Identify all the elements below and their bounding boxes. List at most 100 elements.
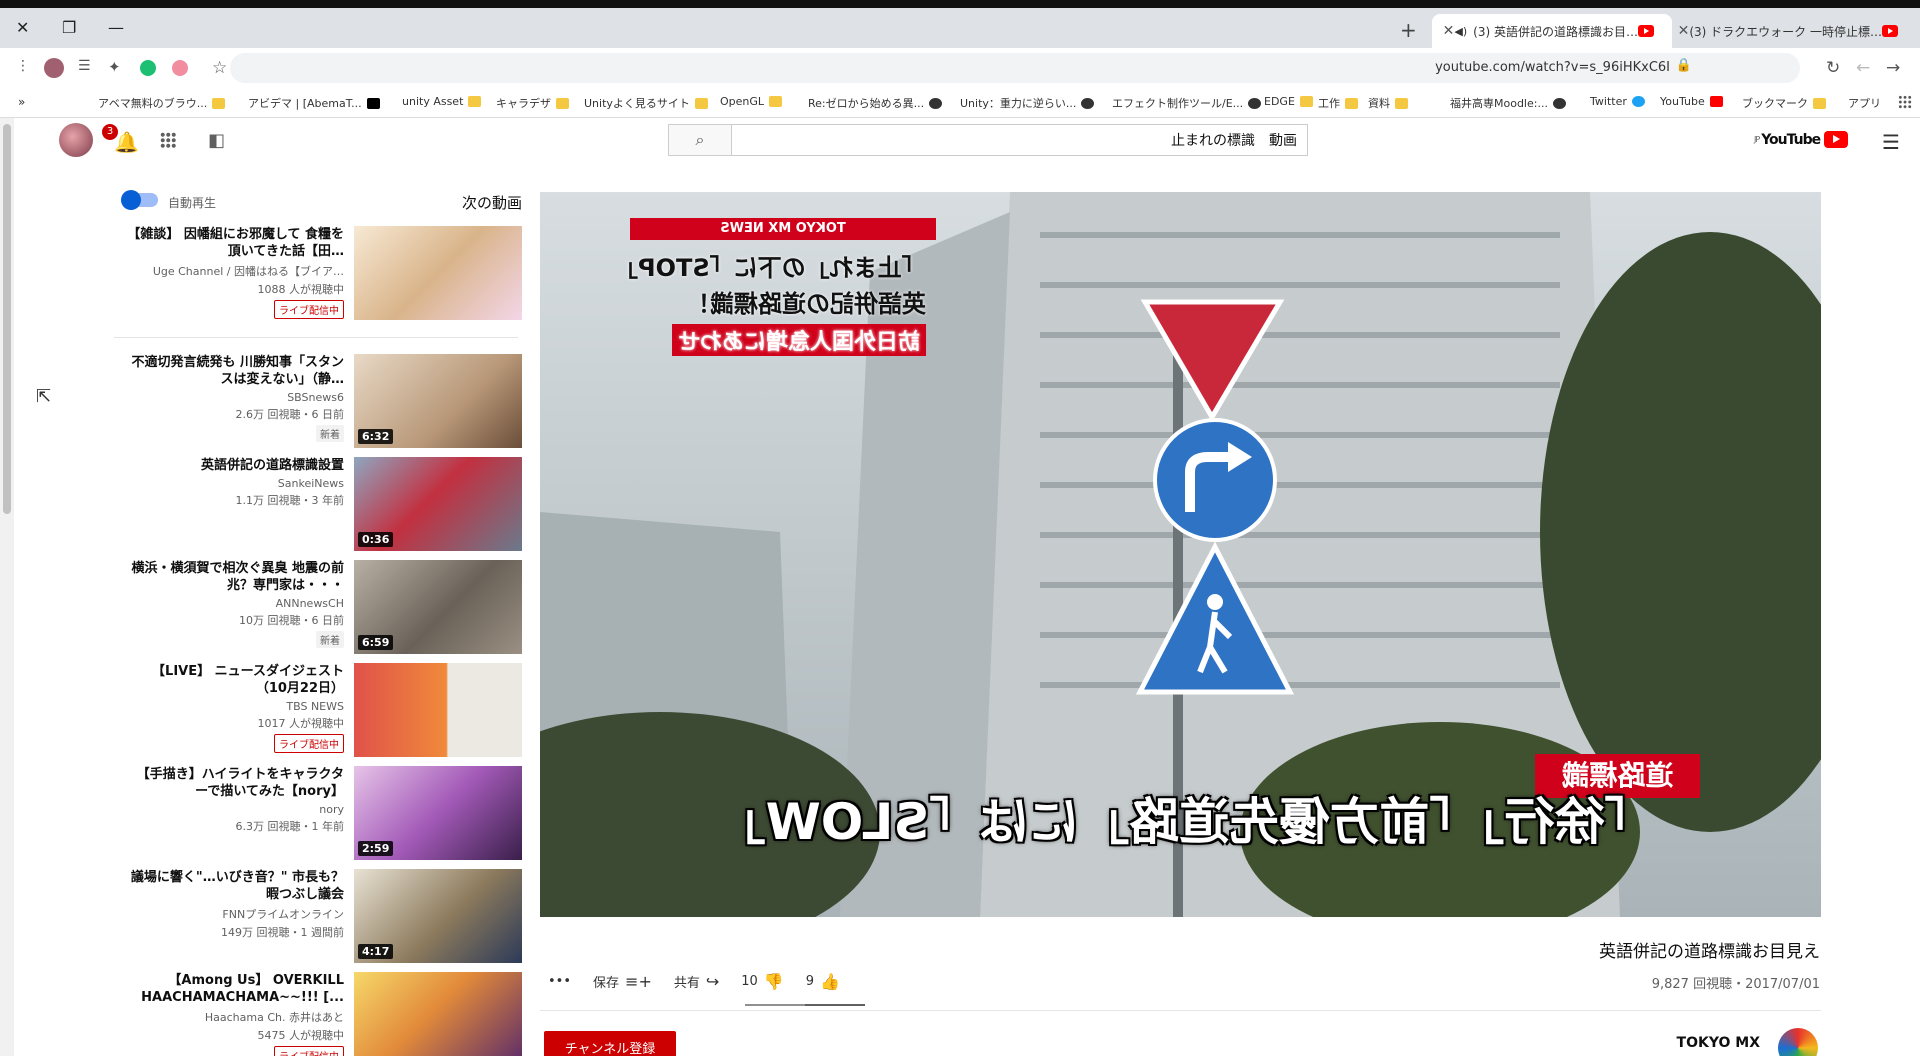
- autoplay-toggle[interactable]: [121, 190, 158, 210]
- channel-name[interactable]: Uge Channel / 因幡はねる【ブイア…: [124, 263, 344, 279]
- bookmark-item[interactable]: ブックマーク: [1742, 95, 1826, 111]
- list-item[interactable]: 0:36 英語併記の道路標識設置 SankeiNews 1.1万 回視聴・3 年…: [112, 457, 522, 553]
- video-title[interactable]: 【雑談】 因幡組にお邪魔して 食糧を頂いてきた話【田…: [124, 226, 344, 260]
- extensions-icon[interactable]: ✦: [108, 58, 121, 76]
- restore-window-icon[interactable]: ❐: [62, 18, 76, 37]
- hamburger-menu-icon[interactable]: ☰: [1882, 130, 1900, 154]
- search-input[interactable]: [732, 125, 1307, 155]
- menu-dots-icon[interactable]: ⋮: [16, 58, 30, 74]
- bookmark-item[interactable]: unity Asset: [402, 95, 482, 108]
- address-bar[interactable]: youtube.com/watch?v=s_96iHKxC6I 🔒: [230, 53, 1800, 83]
- channel-name[interactable]: TOKYO MX: [1677, 1035, 1760, 1051]
- channel-name[interactable]: SankeiNews: [124, 477, 344, 490]
- list-item[interactable]: 4:17 議場に響く"…いびき音？" 市長も？暇つぶし議会 FNNプライムオンラ…: [112, 869, 522, 965]
- list-item[interactable]: 【Among Us】 OVERKILL HAACHAMACHAMA~~!!! […: [112, 972, 522, 1056]
- video-title[interactable]: 【Among Us】 OVERKILL HAACHAMACHAMA~~!!! […: [124, 972, 344, 1006]
- subscribe-button[interactable]: チャンネル登録: [544, 1031, 676, 1056]
- video-title[interactable]: 【手描き】ハイライトをキャラクターで描いてみた【nory】: [124, 766, 344, 800]
- tab-inactive[interactable]: (3) ドラクエウォーク 一時停止標… ✕: [1676, 14, 1916, 48]
- create-video-icon[interactable]: ◧: [208, 130, 225, 151]
- tab-title: (3) 英語併記の道路標識お目…: [1473, 24, 1638, 39]
- bookmark-star-icon[interactable]: ☆: [212, 58, 227, 78]
- avatar[interactable]: [59, 123, 93, 157]
- channel-name[interactable]: nory: [124, 803, 344, 816]
- channel-name[interactable]: Haachama Ch. 赤井はあと: [124, 1009, 344, 1025]
- dislike-button[interactable]: 10 👎: [741, 972, 783, 991]
- tab-active[interactable]: (3) 英語併記の道路標識お目… ◀) ✕: [1432, 14, 1672, 48]
- list-item[interactable]: 6:32 不適切発言続発も 川勝知事「スタンスは変えない」（静… SBSnews…: [112, 354, 522, 450]
- youtube-logo[interactable]: JP YouTube: [1754, 131, 1849, 148]
- like-button[interactable]: 9 👍: [806, 972, 840, 991]
- video-thumbnail[interactable]: 6:59: [354, 560, 522, 654]
- bookmark-item[interactable]: キャラデザ: [496, 95, 569, 111]
- video-thumbnail[interactable]: [354, 226, 522, 320]
- bookmark-item[interactable]: YouTube: [1660, 95, 1723, 108]
- list-item[interactable]: 【雑談】 因幡組にお邪魔して 食糧を頂いてきた話【田… Uge Channel …: [112, 226, 522, 322]
- new-tab-icon[interactable]: +: [1400, 18, 1417, 42]
- bookmark-item[interactable]: OpenGL: [720, 95, 783, 108]
- channel-name[interactable]: SBSnews6: [124, 391, 344, 404]
- bookmark-item[interactable]: 福井高専Moodle:...: [1450, 95, 1566, 111]
- close-window-icon[interactable]: ✕: [16, 18, 29, 37]
- channel-name[interactable]: FNNプライムオンライン: [124, 906, 344, 922]
- divider: [114, 337, 518, 338]
- video-meta: 【雑談】 因幡組にお邪魔して 食糧を頂いてきた話【田… Uge Channel …: [124, 226, 344, 319]
- lock-icon[interactable]: 🔒: [1676, 58, 1692, 73]
- bookmark-item[interactable]: 工作: [1318, 95, 1358, 111]
- video-thumbnail[interactable]: 6:32: [354, 354, 522, 448]
- bookmark-item[interactable]: アプリ: [1848, 95, 1881, 111]
- save-button[interactable]: 保存 ≡+: [593, 972, 652, 991]
- bookmark-item[interactable]: エフェクト制作ツール/E...: [1112, 95, 1262, 111]
- search-button[interactable]: ⌕: [669, 125, 732, 155]
- video-thumbnail[interactable]: [354, 972, 522, 1056]
- video-thumbnail[interactable]: 2:59: [354, 766, 522, 860]
- video-title[interactable]: 英語併記の道路標識設置: [124, 457, 344, 474]
- video-title[interactable]: 【LIVE】 ニュースダイジェスト（10月22日）: [124, 663, 344, 697]
- video-title[interactable]: 横浜・横須賀で相次ぐ異臭 地震の前兆？専門家は・・・: [124, 560, 344, 594]
- reload-icon[interactable]: ↻: [1826, 58, 1840, 78]
- extension-pink-icon[interactable]: [172, 60, 188, 76]
- github-icon: [929, 97, 943, 109]
- audio-icon[interactable]: ◀): [1454, 25, 1467, 38]
- bookmark-item[interactable]: Unityよく見るサイト: [584, 95, 708, 111]
- bookmark-item[interactable]: Unity：重力に逆らい...: [960, 95, 1095, 111]
- video-title[interactable]: 議場に響く"…いびき音？" 市長も？暇つぶし議会: [124, 869, 344, 903]
- video-meta: 不適切発言続発も 川勝知事「スタンスは変えない」（静… SBSnews6 2.6…: [124, 354, 344, 442]
- page-scrollbar[interactable]: [0, 118, 14, 1056]
- bookmark-item[interactable]: 資料: [1368, 95, 1408, 111]
- save-label: 保存: [593, 976, 620, 991]
- list-item[interactable]: 2:59 【手描き】ハイライトをキャラクターで描いてみた【nory】 nory …: [112, 766, 522, 862]
- video-meta: 英語併記の道路標識設置 SankeiNews 1.1万 回視聴・3 年前: [124, 457, 344, 508]
- more-bookmarks-icon[interactable]: »: [18, 95, 25, 109]
- bookmark-item[interactable]: アベマ無料のブラウ...: [98, 95, 226, 111]
- video-thumbnail[interactable]: 0:36: [354, 457, 522, 551]
- bookmark-item[interactable]: アビデマ | [AbemaT...: [248, 95, 380, 111]
- reading-list-icon[interactable]: ☰: [78, 58, 91, 74]
- minimize-window-icon[interactable]: —: [108, 18, 124, 37]
- channel-avatar[interactable]: [1778, 1028, 1818, 1056]
- channel-name[interactable]: ANNnewsCH: [124, 597, 344, 610]
- profile-avatar-icon[interactable]: [44, 58, 64, 78]
- tab-close-icon[interactable]: ✕: [1443, 23, 1455, 39]
- video-thumbnail[interactable]: [354, 663, 522, 757]
- video-title[interactable]: 不適切発言続発も 川勝知事「スタンスは変えない」（静…: [124, 354, 344, 388]
- back-icon[interactable]: →: [1886, 58, 1900, 78]
- video-player[interactable]: TOKYO MX NEWS 「止まれ」の下に「STOP」 英語併記の道路標識！ …: [540, 192, 1821, 917]
- apps-grid-icon[interactable]: [1898, 95, 1912, 109]
- bookmark-item[interactable]: Twitter: [1590, 95, 1645, 108]
- video-thumbnail[interactable]: 4:17: [354, 869, 522, 963]
- bookmark-item[interactable]: Re:ゼロから始める異...: [808, 95, 943, 111]
- autoplay-label: 自動再生: [168, 196, 217, 210]
- forward-icon[interactable]: ←: [1856, 58, 1870, 78]
- window-top-edge: [0, 0, 1920, 8]
- list-item[interactable]: 【LIVE】 ニュースダイジェスト（10月22日） TBS NEWS 1017 …: [112, 663, 522, 759]
- extension-green-icon[interactable]: [140, 60, 156, 76]
- more-button[interactable]: •••: [548, 974, 571, 989]
- scrollbar-thumb[interactable]: [3, 124, 11, 514]
- share-button[interactable]: 共有 ↪: [674, 972, 719, 991]
- tab-close-icon[interactable]: ✕: [1678, 23, 1690, 39]
- apps-icon[interactable]: [160, 132, 176, 148]
- list-item[interactable]: 6:59 横浜・横須賀で相次ぐ異臭 地震の前兆？専門家は・・・ ANNnewsC…: [112, 560, 522, 656]
- bookmark-item[interactable]: EDGE: [1264, 95, 1313, 108]
- channel-name[interactable]: TBS NEWS: [124, 700, 344, 713]
